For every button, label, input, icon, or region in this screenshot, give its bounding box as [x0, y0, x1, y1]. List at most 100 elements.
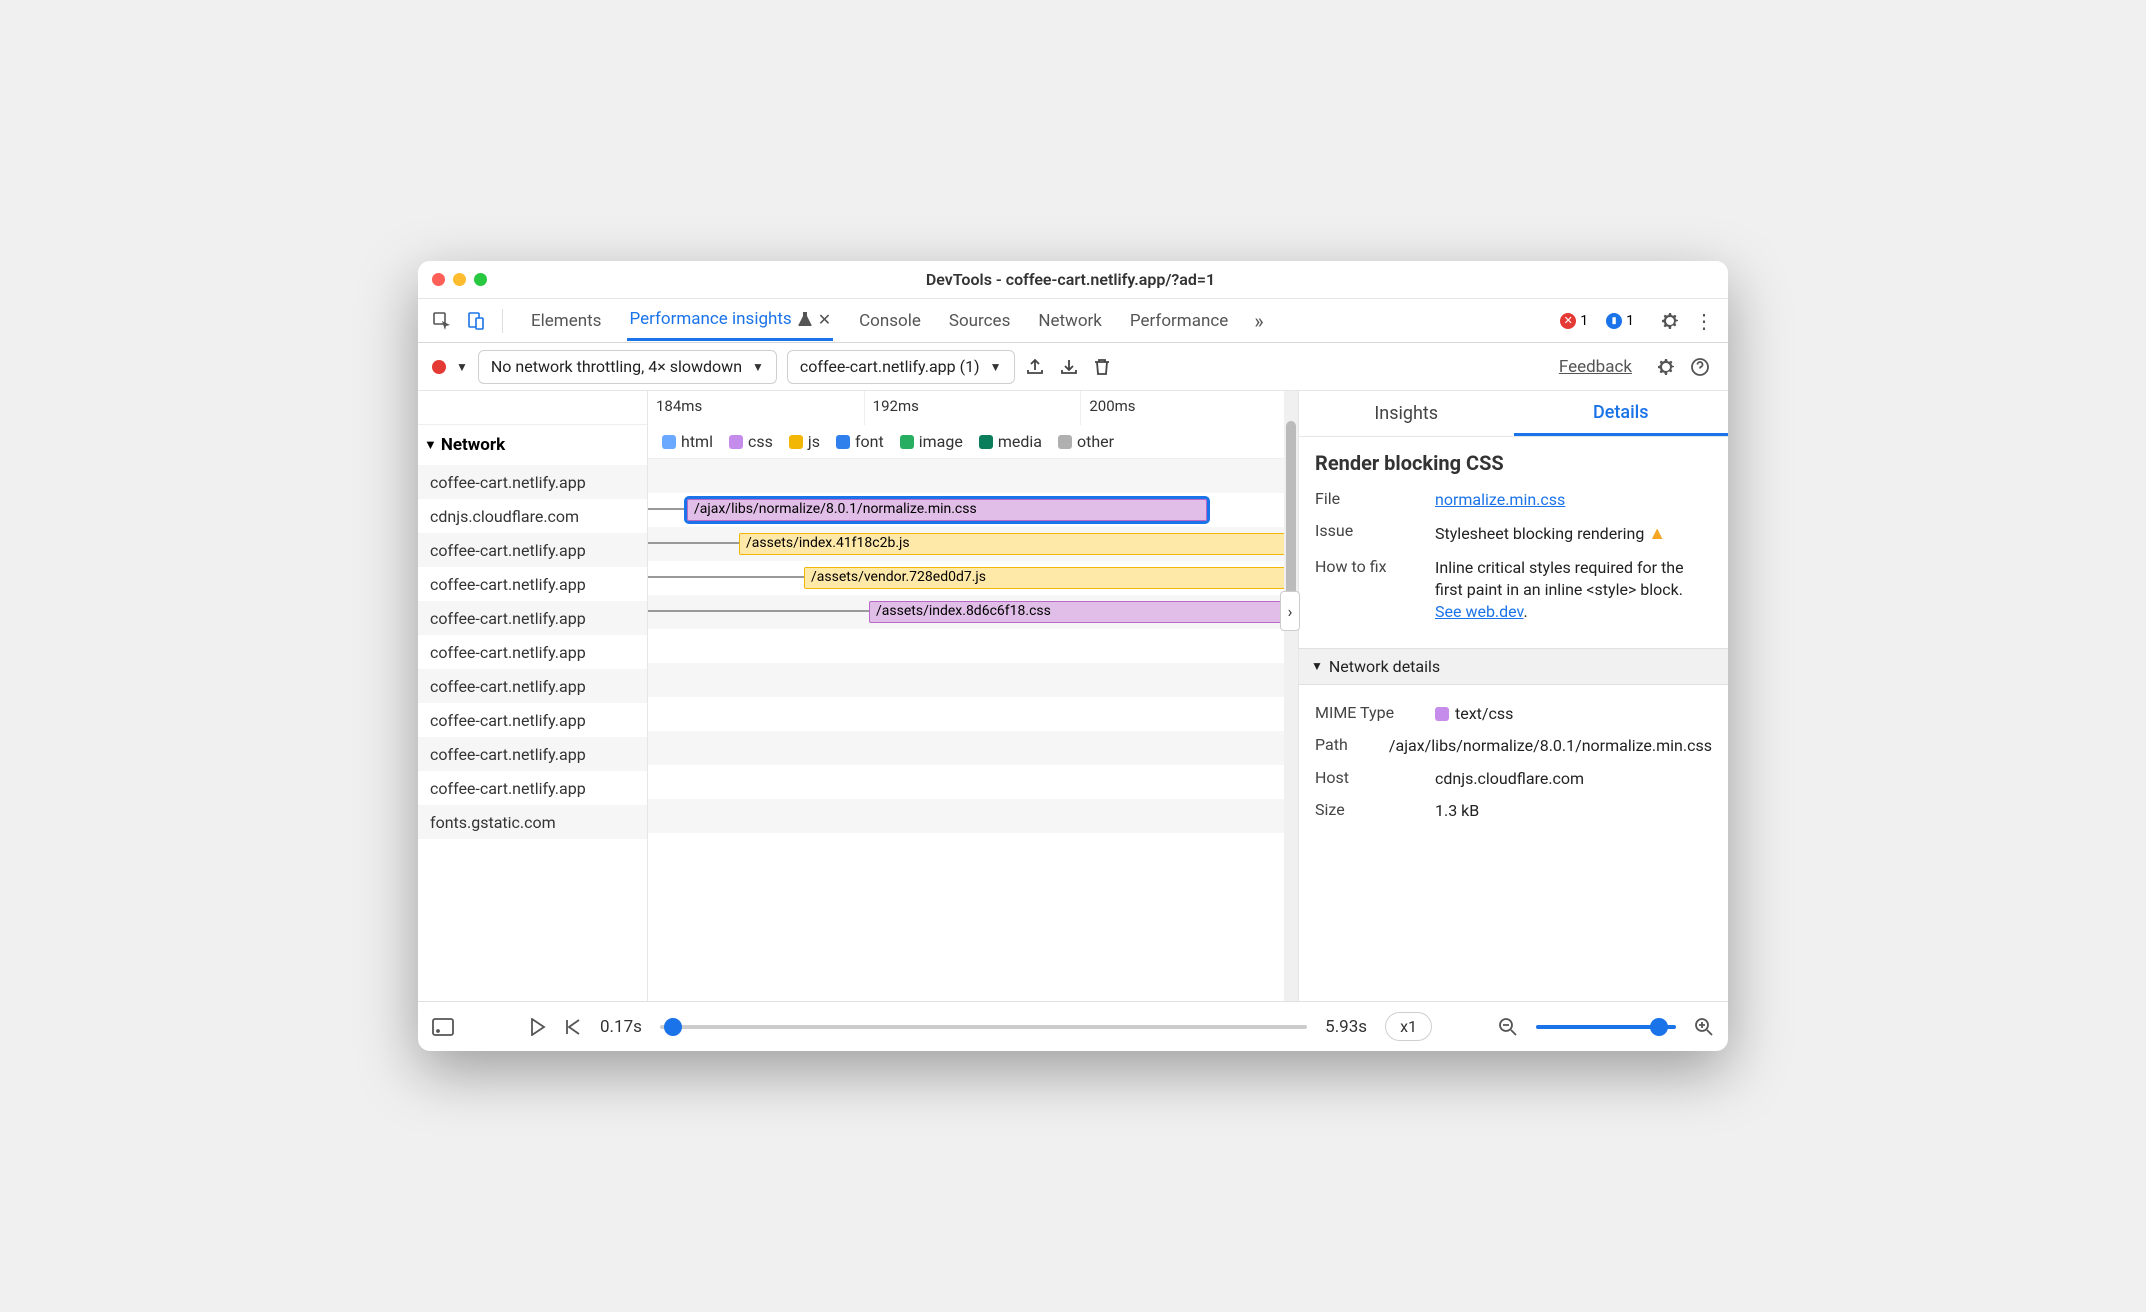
details-panel: Insights Details Render blocking CSS Fil… — [1298, 391, 1728, 1001]
close-tab-icon[interactable]: ✕ — [818, 310, 831, 329]
error-badge[interactable]: ✕ 1 — [1554, 311, 1594, 331]
resource-legend: htmlcssjsfont image media other — [648, 425, 1298, 459]
howto-text: Inline critical styles required for the … — [1435, 558, 1684, 599]
timeline-row — [648, 765, 1298, 799]
network-host-row[interactable]: coffee-cart.netlify.app — [418, 567, 647, 601]
timeline-scrollbar[interactable] — [1284, 391, 1298, 1001]
record-button[interactable] — [432, 360, 446, 374]
zoom-out-icon[interactable] — [1498, 1017, 1518, 1037]
network-host-row[interactable]: coffee-cart.netlify.app — [418, 635, 647, 669]
legend-item[interactable]: js — [789, 432, 820, 451]
screenshot-toggle-icon[interactable] — [432, 1018, 454, 1036]
play-icon[interactable] — [530, 1018, 546, 1036]
timeline-scrubber[interactable] — [660, 1025, 1307, 1029]
legend-item[interactable]: css — [729, 432, 773, 451]
tab-network[interactable]: Network — [1036, 302, 1104, 340]
panel-resize-handle[interactable]: › — [1280, 591, 1300, 631]
network-host-row[interactable]: fonts.gstatic.com — [418, 805, 647, 839]
network-host-row[interactable]: coffee-cart.netlify.app — [418, 465, 647, 499]
traffic-lights — [432, 273, 487, 286]
issue-value: Stylesheet blocking rendering ▲ — [1435, 521, 1712, 546]
target-select[interactable]: coffee-cart.netlify.app (1) ▼ — [787, 350, 1015, 384]
network-details-title: Network details — [1329, 657, 1440, 676]
legend-item[interactable]: image — [900, 432, 963, 451]
network-host-row[interactable]: cdnjs.cloudflare.com — [418, 499, 647, 533]
skip-back-icon[interactable] — [564, 1018, 582, 1036]
network-host-row[interactable]: coffee-cart.netlify.app — [418, 703, 647, 737]
mime-swatch — [1435, 707, 1449, 721]
kebab-menu-icon[interactable]: ⋮ — [1690, 307, 1718, 335]
file-link[interactable]: normalize.min.css — [1435, 490, 1565, 509]
tab-console[interactable]: Console — [857, 302, 923, 340]
chevron-down-icon: ▼ — [990, 360, 1002, 374]
timeline-start-time: 0.17s — [600, 1017, 642, 1037]
howto-value: Inline critical styles required for the … — [1435, 557, 1712, 624]
howto-label: How to fix — [1315, 557, 1425, 624]
record-options-dropdown[interactable]: ▼ — [456, 360, 468, 374]
device-toolbar-icon[interactable] — [462, 307, 490, 335]
mime-label: MIME Type — [1315, 703, 1425, 725]
legend-item[interactable]: html — [662, 432, 713, 451]
timeline-row: /assets/index.41f18c2b.js — [648, 527, 1298, 561]
timeline-bars[interactable]: /ajax/libs/normalize/8.0.1/normalize.min… — [648, 459, 1298, 1001]
issue-label: Issue — [1315, 521, 1425, 546]
network-host-row[interactable]: coffee-cart.netlify.app — [418, 669, 647, 703]
throttling-select[interactable]: No network throttling, 4× slowdown ▼ — [478, 350, 777, 384]
details-title: Render blocking CSS — [1315, 451, 1712, 475]
tab-elements[interactable]: Elements — [529, 302, 603, 340]
howto-link[interactable]: See web.dev — [1435, 602, 1523, 621]
delete-icon[interactable] — [1093, 357, 1117, 377]
export-icon[interactable] — [1025, 357, 1049, 377]
panel-settings-icon[interactable] — [1656, 357, 1680, 377]
issue-text: Stylesheet blocking rendering — [1435, 524, 1644, 543]
network-host-row[interactable]: coffee-cart.netlify.app — [418, 601, 647, 635]
more-tabs-icon[interactable]: » — [1254, 309, 1263, 333]
zoom-in-icon[interactable] — [1694, 1017, 1714, 1037]
help-icon[interactable] — [1690, 357, 1714, 377]
playback-speed[interactable]: x1 — [1385, 1012, 1432, 1041]
message-icon: ▮ — [1606, 313, 1622, 329]
resource-bar[interactable]: /ajax/libs/normalize/8.0.1/normalize.min… — [687, 499, 1207, 521]
ruler-tick: 184ms — [648, 391, 865, 425]
content-area: ▼ Network coffee-cart.netlify.appcdnjs.c… — [418, 391, 1728, 1001]
throttling-label: No network throttling, 4× slowdown — [491, 357, 742, 376]
tab-insights[interactable]: Insights — [1299, 391, 1514, 436]
minimize-window-button[interactable] — [453, 273, 466, 286]
resource-bar[interactable]: /assets/vendor.728ed0d7.js — [804, 567, 1298, 589]
time-ruler: 184ms 192ms 200ms — [648, 391, 1298, 425]
tab-label: Performance insights — [629, 309, 791, 329]
network-section-header[interactable]: ▼ Network — [418, 425, 647, 465]
tab-details[interactable]: Details — [1514, 391, 1729, 436]
error-count: 1 — [1580, 313, 1588, 329]
tab-sources[interactable]: Sources — [947, 302, 1012, 340]
import-icon[interactable] — [1059, 357, 1083, 377]
maximize-window-button[interactable] — [474, 273, 487, 286]
network-host-row[interactable]: coffee-cart.netlify.app — [418, 771, 647, 805]
inspect-element-icon[interactable] — [428, 307, 456, 335]
legend-item[interactable]: other — [1058, 432, 1114, 451]
window-title: DevTools - coffee-cart.netlify.app/?ad=1 — [487, 270, 1654, 289]
feedback-link[interactable]: Feedback — [1559, 357, 1632, 377]
settings-icon[interactable] — [1656, 307, 1684, 335]
ruler-tick: 200ms — [1081, 391, 1298, 425]
network-section-title: Network — [441, 435, 505, 455]
timeline-column: 184ms 192ms 200ms htmlcssjsfont image medi… — [648, 391, 1298, 1001]
network-host-row[interactable]: coffee-cart.netlify.app — [418, 533, 647, 567]
tab-performance[interactable]: Performance — [1128, 302, 1230, 340]
network-details-header[interactable]: ▼ Network details — [1299, 648, 1728, 685]
resource-bar[interactable]: /assets/index.41f18c2b.js — [739, 533, 1298, 555]
legend-item[interactable]: media — [979, 432, 1042, 451]
legend-item[interactable]: font — [836, 432, 884, 451]
resource-bar[interactable]: /assets/index.8d6c6f18.css — [869, 601, 1298, 623]
message-badge[interactable]: ▮ 1 — [1600, 311, 1640, 331]
file-label: File — [1315, 489, 1425, 511]
network-host-row[interactable]: coffee-cart.netlify.app — [418, 737, 647, 771]
timeline-row: /assets/vendor.728ed0d7.js — [648, 561, 1298, 595]
tab-performance-insights[interactable]: Performance insights ✕ — [627, 300, 833, 341]
ruler-tick: 192ms — [865, 391, 1082, 425]
insights-toolbar: ▼ No network throttling, 4× slowdown ▼ c… — [418, 343, 1728, 391]
details-body: Render blocking CSS File normalize.min.c… — [1299, 437, 1728, 648]
host-label: Host — [1315, 768, 1425, 790]
zoom-slider[interactable] — [1536, 1025, 1676, 1029]
close-window-button[interactable] — [432, 273, 445, 286]
